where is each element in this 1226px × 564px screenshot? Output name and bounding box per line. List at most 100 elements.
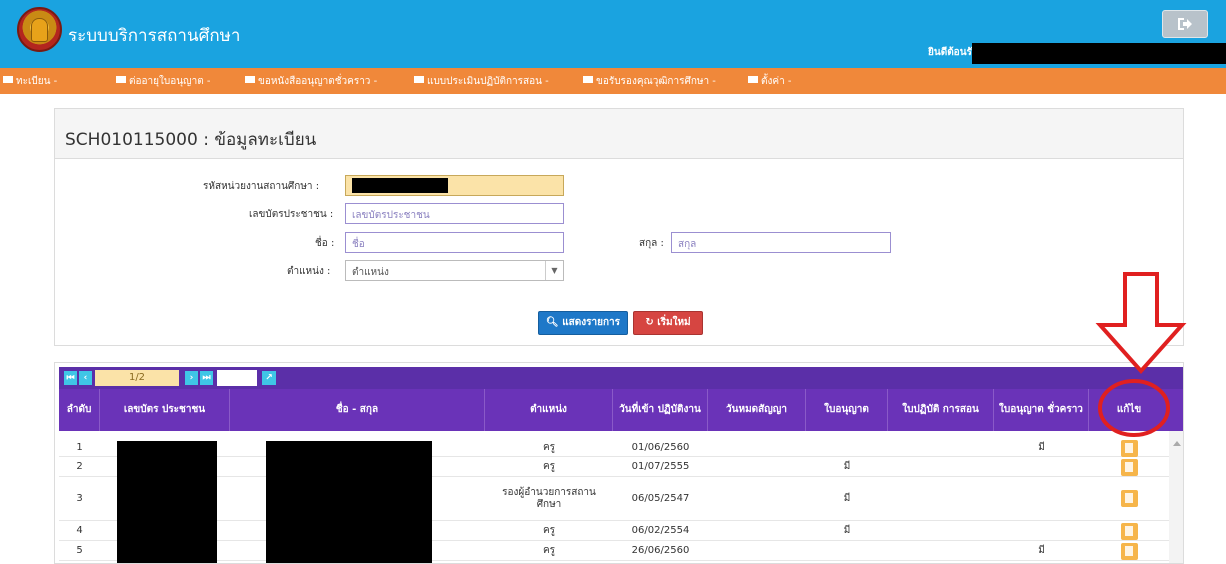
cell-position: ครู (542, 524, 556, 536)
first-name-input[interactable]: ชื่อ (345, 232, 564, 253)
welcome-text: ยินดีต้อนรับ (928, 47, 979, 58)
list-icon (748, 76, 758, 83)
redacted-school-code (352, 178, 448, 193)
table-row: 4 ครู 06/02/2554 มี (59, 521, 1169, 541)
cell-license (806, 439, 888, 456)
app-title: ระบบบริการสถานศึกษา (68, 26, 241, 46)
next-page-icon[interactable]: › (185, 371, 198, 385)
cell-start-date: 06/02/2554 (631, 524, 690, 536)
sign-out-icon (1178, 18, 1192, 30)
last-name-input[interactable]: สกุล (671, 232, 891, 253)
menu-registration[interactable]: ทะเบียน - (3, 74, 57, 89)
edit-icon[interactable] (1121, 543, 1138, 560)
cell-start-date: 06/05/2547 (631, 492, 690, 504)
col-name: ชื่อ - สกุล (230, 389, 485, 431)
table-row: 5 ครู 26/06/2560 มี (59, 541, 1169, 561)
edit-icon[interactable] (1121, 440, 1138, 457)
table-row: 1 ครู 01/06/2560 มี (59, 439, 1169, 457)
cell-license: มี (843, 492, 851, 504)
list-icon (583, 76, 593, 83)
cell-start-date: 26/06/2560 (631, 544, 690, 556)
cell-position: ครู (542, 441, 556, 453)
cell-no: 4 (76, 524, 83, 536)
show-list-button[interactable]: 🔍︎ แสดงรายการ (538, 311, 628, 335)
cell-contract-end (708, 457, 806, 476)
edit-icon[interactable] (1121, 490, 1138, 507)
redacted-id-card-column (117, 441, 217, 563)
cell-position: ครู (542, 460, 556, 472)
id-card-input[interactable]: เลขบัตรประชาชน (345, 203, 564, 224)
position-label: ตำแหน่ง : (287, 266, 331, 277)
col-id-card: เลขบัตร ประชาชน (100, 389, 230, 431)
cell-license: มี (843, 524, 851, 536)
cell-no: 3 (76, 492, 83, 504)
scroll-up-icon[interactable] (1173, 441, 1181, 446)
table-header: ลำดับ เลขบัตร ประชาชน ชื่อ - สกุล ตำแหน่… (59, 389, 1183, 431)
cell-start-date: 01/07/2555 (631, 460, 690, 472)
external-link-icon[interactable]: ↗ (262, 371, 276, 385)
first-page-icon[interactable]: ⏮ (64, 371, 77, 385)
col-teaching-practice: ใบปฏิบัติ การสอน (888, 389, 994, 431)
last-name-label: สกุล : (639, 238, 664, 249)
cell-license: มี (843, 460, 851, 472)
cell-contract-end (708, 521, 806, 540)
cell-temp-license (994, 521, 1089, 540)
position-select[interactable]: ตำแหน่ง ▼ (345, 260, 564, 281)
top-bar: ระบบบริการสถานศึกษา ยินดีต้อนรับ (0, 0, 1226, 68)
edit-icon[interactable] (1121, 523, 1138, 540)
col-no: ลำดับ (59, 389, 100, 431)
cell-contract-end (708, 439, 806, 456)
prev-page-icon[interactable]: ‹ (79, 371, 92, 385)
cell-teaching-practice (888, 541, 994, 560)
id-card-label: เลขบัตรประชาชน : (249, 209, 334, 220)
panel-header: SCH010115000 : ข้อมูลทะเบียน (55, 109, 1183, 159)
cell-teaching-practice (888, 439, 994, 456)
cell-no: 1 (76, 441, 83, 453)
search-panel: SCH010115000 : ข้อมูลทะเบียน รหัสหน่วยงา… (54, 108, 1184, 346)
logout-button[interactable] (1162, 10, 1208, 38)
cell-contract-end (708, 477, 806, 520)
main-menu: ทะเบียน - ต่ออายุใบอนุญาต - ขอหนังสืออนุ… (0, 68, 1226, 94)
pager-bar: ⏮ ‹ 1/2 › ⏭ ↗ (59, 367, 1183, 389)
cell-teaching-practice (888, 477, 994, 520)
menu-settings[interactable]: ตั้งค่า - (748, 74, 791, 89)
redacted-username (972, 43, 1226, 64)
table-scrollbar[interactable] (1169, 431, 1183, 563)
menu-temporary-permit[interactable]: ขอหนังสืออนุญาตชั่วคราว - (245, 74, 377, 89)
cell-teaching-practice (888, 521, 994, 540)
refresh-icon: ↻ (645, 317, 654, 328)
school-code-label: รหัสหน่วยงานสถานศึกษา : (203, 181, 320, 192)
page-number-input[interactable] (217, 370, 257, 386)
first-name-label: ชื่อ : (315, 238, 335, 249)
col-position: ตำแหน่ง (485, 389, 613, 431)
cell-temp-license: มี (1038, 441, 1045, 453)
menu-license-renewal[interactable]: ต่ออายุใบอนุญาต - (116, 74, 210, 89)
list-icon (3, 76, 13, 83)
cell-temp-license (994, 477, 1089, 520)
table-row: 2 ครู 01/07/2555 มี (59, 457, 1169, 477)
reset-button[interactable]: ↻ เริ่มใหม่ (633, 311, 703, 335)
edit-icon[interactable] (1121, 459, 1138, 476)
cell-contract-end (708, 541, 806, 560)
cell-position: รองผู้อำนวยการสถานศึกษา (502, 486, 596, 510)
list-icon (116, 76, 126, 83)
page-indicator: 1/2 (95, 370, 179, 386)
menu-qualification[interactable]: ขอรับรองคุณวุฒิการศึกษา - (583, 74, 716, 89)
school-code-field[interactable] (345, 175, 564, 196)
cell-no: 2 (76, 460, 83, 472)
last-page-icon[interactable]: ⏭ (200, 371, 213, 385)
cell-teaching-practice (888, 457, 994, 476)
school-logo (17, 7, 62, 52)
menu-teaching-evaluation[interactable]: แบบประเมินปฏิบัติการสอน - (414, 74, 549, 89)
cell-license (806, 541, 888, 560)
cell-temp-license: มี (1038, 544, 1045, 556)
cell-temp-license (994, 457, 1089, 476)
cell-no: 5 (76, 544, 83, 556)
chevron-down-icon: ▼ (545, 261, 563, 280)
search-icon: 🔍︎ (546, 317, 559, 328)
page-title: SCH010115000 : ข้อมูลทะเบียน (65, 130, 317, 150)
col-contract-end: วันหมดสัญญา (708, 389, 806, 431)
results-panel: ⏮ ‹ 1/2 › ⏭ ↗ ลำดับ เลขบัตร ประชาชน ชื่อ… (54, 362, 1184, 564)
redacted-name-column (266, 441, 432, 563)
cell-start-date: 01/06/2560 (631, 441, 690, 453)
